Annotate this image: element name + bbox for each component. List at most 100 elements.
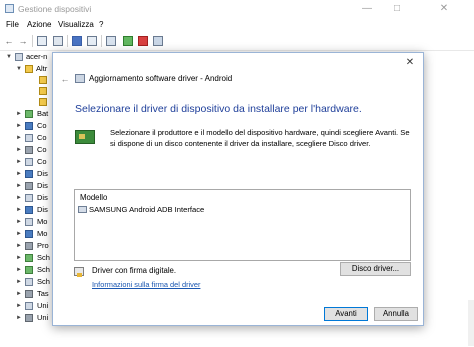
tree-category[interactable]: ► Dis <box>0 204 60 216</box>
tree-root[interactable]: ▼ acer-n <box>0 51 60 63</box>
list-item-label: SAMSUNG Android ADB Interface <box>89 205 205 214</box>
device-icon <box>78 206 87 213</box>
expand-icon[interactable]: ► <box>16 132 22 144</box>
instructions-text: Selezionare il produttore e il modello d… <box>110 128 410 148</box>
display-icon <box>25 170 33 178</box>
tree-category[interactable]: ► Dis <box>0 180 60 192</box>
collapse-icon[interactable]: ▼ <box>6 51 12 63</box>
model-list-header: Modello <box>80 193 108 202</box>
tree-category[interactable]: ► Sch <box>0 264 60 276</box>
tree-category[interactable]: ► Co <box>0 132 60 144</box>
tree-category-label: Co <box>37 157 47 166</box>
tree-category-label: Co <box>37 133 47 142</box>
expand-icon[interactable]: ► <box>16 168 22 180</box>
card-chip <box>79 134 85 139</box>
model-list[interactable]: Modello SAMSUNG Android ADB Interface <box>74 189 411 261</box>
maximize-icon[interactable]: □ <box>382 0 412 18</box>
close-icon[interactable]: ✕ <box>414 0 474 18</box>
close-icon[interactable]: ✕ <box>403 56 417 70</box>
tree-category-label: Sch <box>37 265 50 274</box>
tree-category[interactable]: ► Co <box>0 144 60 156</box>
expand-icon[interactable]: ► <box>16 240 22 252</box>
tree-category[interactable]: ► Pro <box>0 240 60 252</box>
tree-root-label: acer-n <box>26 52 48 61</box>
toolbar-separator <box>32 35 33 47</box>
action-icon[interactable] <box>87 36 97 46</box>
update-driver-dialog: ✕ ← Aggiornamento software driver - Andr… <box>52 52 424 326</box>
uninstall-icon[interactable] <box>138 36 148 46</box>
expand-icon[interactable]: ► <box>16 264 22 276</box>
scrollbar[interactable] <box>468 300 474 346</box>
monitor-icon <box>25 230 33 238</box>
menu-help[interactable]: ? <box>99 20 103 29</box>
expand-icon[interactable]: ► <box>16 120 22 132</box>
expand-icon[interactable]: ► <box>16 192 22 204</box>
show-hide-icon[interactable] <box>53 36 63 46</box>
tree-category-label: Bat <box>37 109 49 118</box>
expand-icon[interactable]: ► <box>16 228 22 240</box>
keyboard-icon <box>25 290 33 298</box>
tree-category[interactable]: ► Tas <box>0 288 60 300</box>
other-devices-icon <box>25 65 33 73</box>
tree-category[interactable]: ► Sch <box>0 252 60 264</box>
forward-icon[interactable]: → <box>17 35 29 47</box>
tree-category[interactable]: ► Sch <box>0 276 60 288</box>
help-icon[interactable] <box>72 36 82 46</box>
menu-file[interactable]: File <box>6 20 19 29</box>
window-title: Gestione dispositivi <box>18 4 92 14</box>
expand-icon[interactable]: ► <box>16 300 22 312</box>
tree-category[interactable]: ► Mo <box>0 216 60 228</box>
warning-device-icon <box>39 98 47 106</box>
tree-category[interactable]: ► Uni <box>0 300 60 312</box>
tree-category[interactable]: ► Co <box>0 120 60 132</box>
back-arrow-icon[interactable]: ← <box>59 73 71 85</box>
have-disk-button[interactable]: Disco driver... <box>340 262 411 276</box>
battery-icon <box>25 110 33 118</box>
expand-icon[interactable]: ► <box>16 156 22 168</box>
scan-hardware-icon[interactable] <box>153 36 163 46</box>
toolbar-separator <box>101 35 102 47</box>
warning-device-icon <box>39 76 47 84</box>
signature-status: Driver con firma digitale. <box>92 266 177 275</box>
minimize-icon[interactable]: — <box>352 0 382 18</box>
expand-icon[interactable]: ► <box>16 144 22 156</box>
expand-icon[interactable]: ► <box>16 216 22 228</box>
back-icon[interactable]: ← <box>3 35 15 47</box>
update-driver-icon[interactable] <box>123 36 133 46</box>
expand-icon[interactable]: ► <box>16 312 22 324</box>
menu-visualizza[interactable]: Visualizza <box>58 20 94 29</box>
tree-category[interactable]: ► Dis <box>0 168 60 180</box>
tree-category[interactable]: ► Dis <box>0 192 60 204</box>
expand-icon[interactable]: ► <box>16 252 22 264</box>
expand-icon[interactable]: ► <box>16 204 22 216</box>
disk-icon <box>25 182 33 190</box>
tree-category-label: Dis <box>37 193 48 202</box>
tree-category[interactable]: ► Uni <box>0 312 60 324</box>
expand-icon[interactable]: ► <box>16 180 22 192</box>
tree-category[interactable]: ► Mo <box>0 228 60 240</box>
tree-unknown-device[interactable] <box>0 96 60 108</box>
tree-category-label: Mo <box>37 217 48 226</box>
cancel-button[interactable]: Annulla <box>374 307 418 321</box>
expand-icon[interactable]: ► <box>16 288 22 300</box>
expand-icon[interactable]: ► <box>16 276 22 288</box>
tree-category[interactable]: ► Co <box>0 156 60 168</box>
computer-icon <box>25 158 33 166</box>
device-icon <box>25 206 33 214</box>
tree-category-label: Mo <box>37 229 48 238</box>
signature-mark <box>77 273 82 277</box>
tree-category-label: Dis <box>37 169 48 178</box>
tree-category[interactable]: ► Bat <box>0 108 60 120</box>
properties-icon[interactable] <box>37 36 47 46</box>
device-manager-icon <box>5 4 14 13</box>
next-button[interactable]: Avanti <box>324 307 368 321</box>
monitor-icon[interactable] <box>106 36 116 46</box>
tree-category-label: Dis <box>37 205 48 214</box>
device-manager-titlebar: Gestione dispositivi — □ ✕ <box>0 0 474 18</box>
menu-azione[interactable]: Azione <box>27 20 51 29</box>
expand-icon[interactable]: ► <box>16 108 22 120</box>
list-item[interactable]: SAMSUNG Android ADB Interface <box>76 204 409 215</box>
signature-info-link[interactable]: Informazioni sulla firma del driver <box>92 280 200 289</box>
device-tree: ▼ acer-n ▼ Altr ► Bat ► Co ► Co ► Co ► C… <box>0 50 60 347</box>
tree-category-label: Pro <box>37 241 49 250</box>
